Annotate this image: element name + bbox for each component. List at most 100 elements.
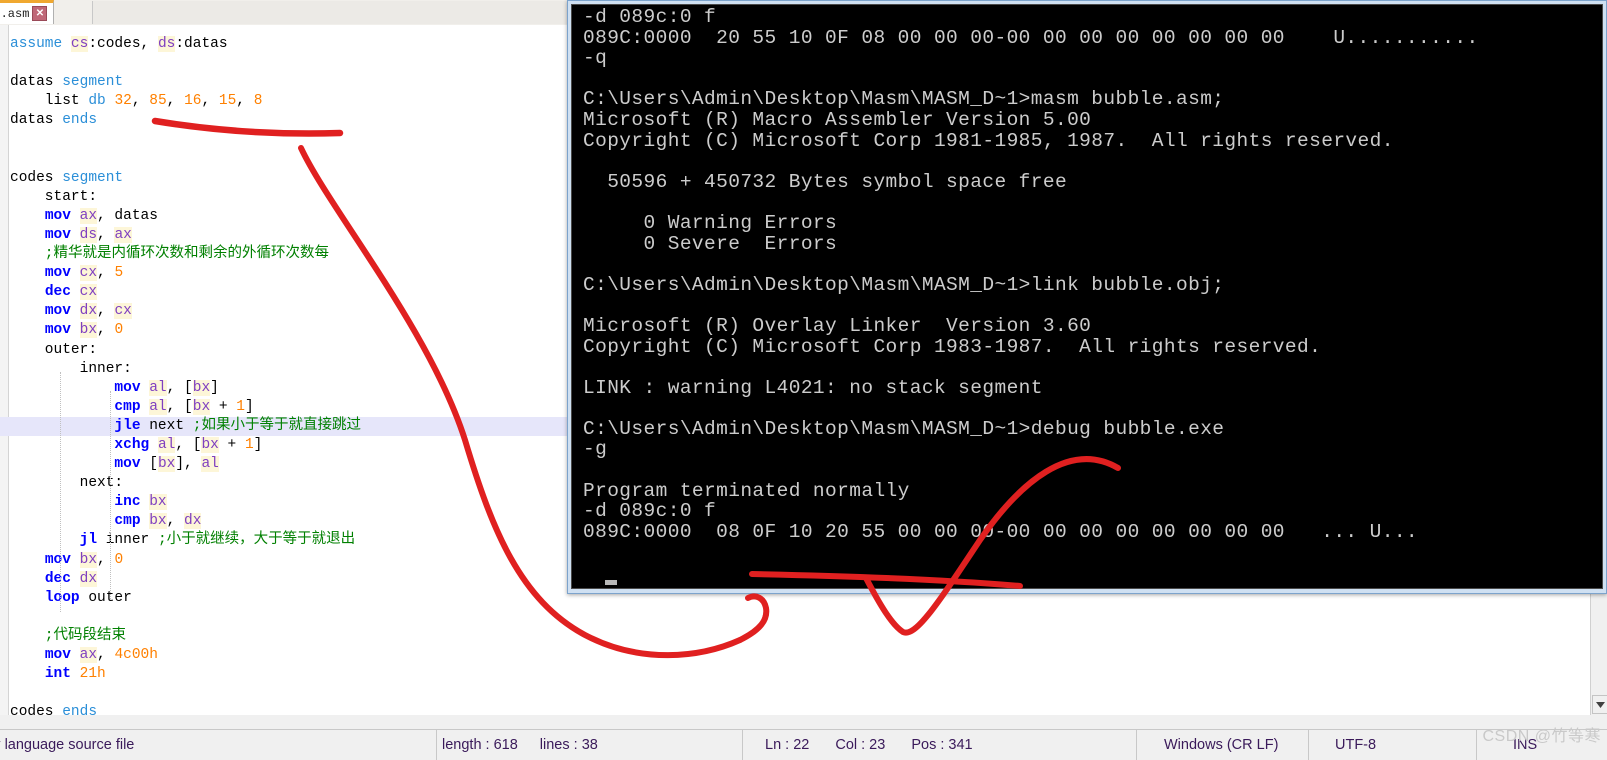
code-token: next (149, 417, 193, 434)
code-token: inner: (10, 360, 132, 377)
code-token: ;如果小于等于就直接跳过 (192, 417, 361, 434)
indent-guide (60, 372, 61, 612)
code-token: next: (10, 475, 124, 492)
code-token: dx (79, 570, 98, 587)
code-token: , (236, 93, 254, 110)
code-token: mov (44, 551, 80, 568)
code-token: codes (10, 704, 63, 715)
code-token: cx (79, 284, 98, 301)
code-token: , (97, 226, 115, 243)
code-token: cs (70, 36, 89, 52)
code-token: mov (44, 226, 80, 243)
code-token: dec (44, 570, 80, 587)
chevron-down-icon[interactable] (1592, 695, 1607, 714)
code-line: codes ends (10, 703, 1591, 715)
status-ln: Ln : 22 (765, 737, 810, 753)
code-token: al (201, 456, 219, 473)
code-line: mov ax, 4c00h (10, 646, 1591, 665)
status-insert-mode[interactable]: INS (1477, 730, 1607, 760)
code-token: , (97, 265, 115, 282)
code-token: 1 (236, 398, 245, 415)
code-token: ] (210, 379, 219, 396)
code-token: , datas (97, 207, 158, 224)
code-token: + (218, 436, 245, 453)
code-token: , [ (166, 379, 193, 396)
code-token: inc (114, 494, 150, 511)
code-token: datas (10, 112, 63, 129)
code-token: mov (44, 322, 80, 339)
code-token: cmp (114, 513, 150, 530)
code-token: , (97, 647, 115, 663)
code-line: int 21h (10, 665, 1591, 684)
dos-console-window[interactable]: -d 089c:0 f 089C:0000 20 55 10 0F 08 00 … (567, 0, 1607, 594)
code-token: cx (114, 303, 132, 320)
code-token: mov (44, 303, 80, 320)
code-token: dx (184, 513, 202, 530)
code-token: , [ (166, 398, 193, 415)
code-token: 32 (114, 93, 132, 110)
code-token: 8 (253, 93, 263, 110)
code-token: + (210, 398, 237, 415)
code-token: loop (44, 589, 89, 606)
close-icon[interactable]: ✕ (32, 6, 48, 21)
status-length-lines: length : 618 lines : 38 (437, 730, 743, 760)
code-token: cmp (114, 398, 150, 415)
code-token: , (166, 513, 185, 530)
code-token: bx (79, 551, 98, 568)
tab-bubble-asm[interactable]: ble.asm ✕ (0, 0, 55, 24)
code-token: assume (10, 36, 71, 52)
tab-label: ble.asm (0, 6, 30, 21)
code-token: al (157, 436, 176, 453)
code-token: list (10, 93, 89, 110)
status-col: Col : 23 (835, 737, 886, 753)
code-token: dx (79, 303, 98, 320)
status-eol-format[interactable]: Windows (CR LF) (1137, 730, 1309, 760)
status-bar: bly language source file length : 618 li… (0, 729, 1607, 760)
code-token: mov (44, 207, 80, 224)
console-screen[interactable]: -d 089c:0 f 089C:0000 20 55 10 0F 08 00 … (571, 4, 1603, 589)
code-token: :datas (175, 36, 228, 52)
code-token: ax (79, 647, 98, 663)
code-token: jl (79, 532, 106, 549)
code-token: mov (44, 265, 80, 282)
code-token: ds (79, 226, 98, 243)
code-token: , (97, 551, 115, 568)
code-token: inner (105, 532, 158, 549)
code-token: ds (157, 36, 176, 52)
code-token: [ (149, 456, 158, 473)
status-pos: Pos : 341 (911, 737, 973, 753)
code-token: ;代码段结束 (10, 627, 127, 644)
code-token: codes (10, 169, 63, 186)
code-token: bx (149, 494, 167, 511)
code-token: mov (114, 379, 150, 396)
code-token: int (44, 666, 80, 683)
status-encoding[interactable]: UTF-8 (1309, 730, 1477, 760)
code-token: db (88, 93, 115, 110)
code-token: bx (192, 398, 211, 415)
console-output-text: -d 089c:0 f 089C:0000 20 55 10 0F 08 00 … (583, 6, 1479, 543)
code-token: bx (79, 322, 98, 339)
code-token: datas (10, 74, 63, 91)
code-token: jle (114, 417, 150, 434)
code-token: ;小于就继续，大于等于就退出 (157, 532, 356, 549)
editor-gutter (0, 25, 9, 715)
status-doc-type: bly language source file (0, 730, 437, 760)
code-token: 1 (244, 436, 254, 453)
code-token: , [ (175, 436, 202, 453)
code-token: ends (62, 112, 98, 129)
code-token: ] (244, 398, 254, 415)
console-cursor (605, 580, 617, 585)
